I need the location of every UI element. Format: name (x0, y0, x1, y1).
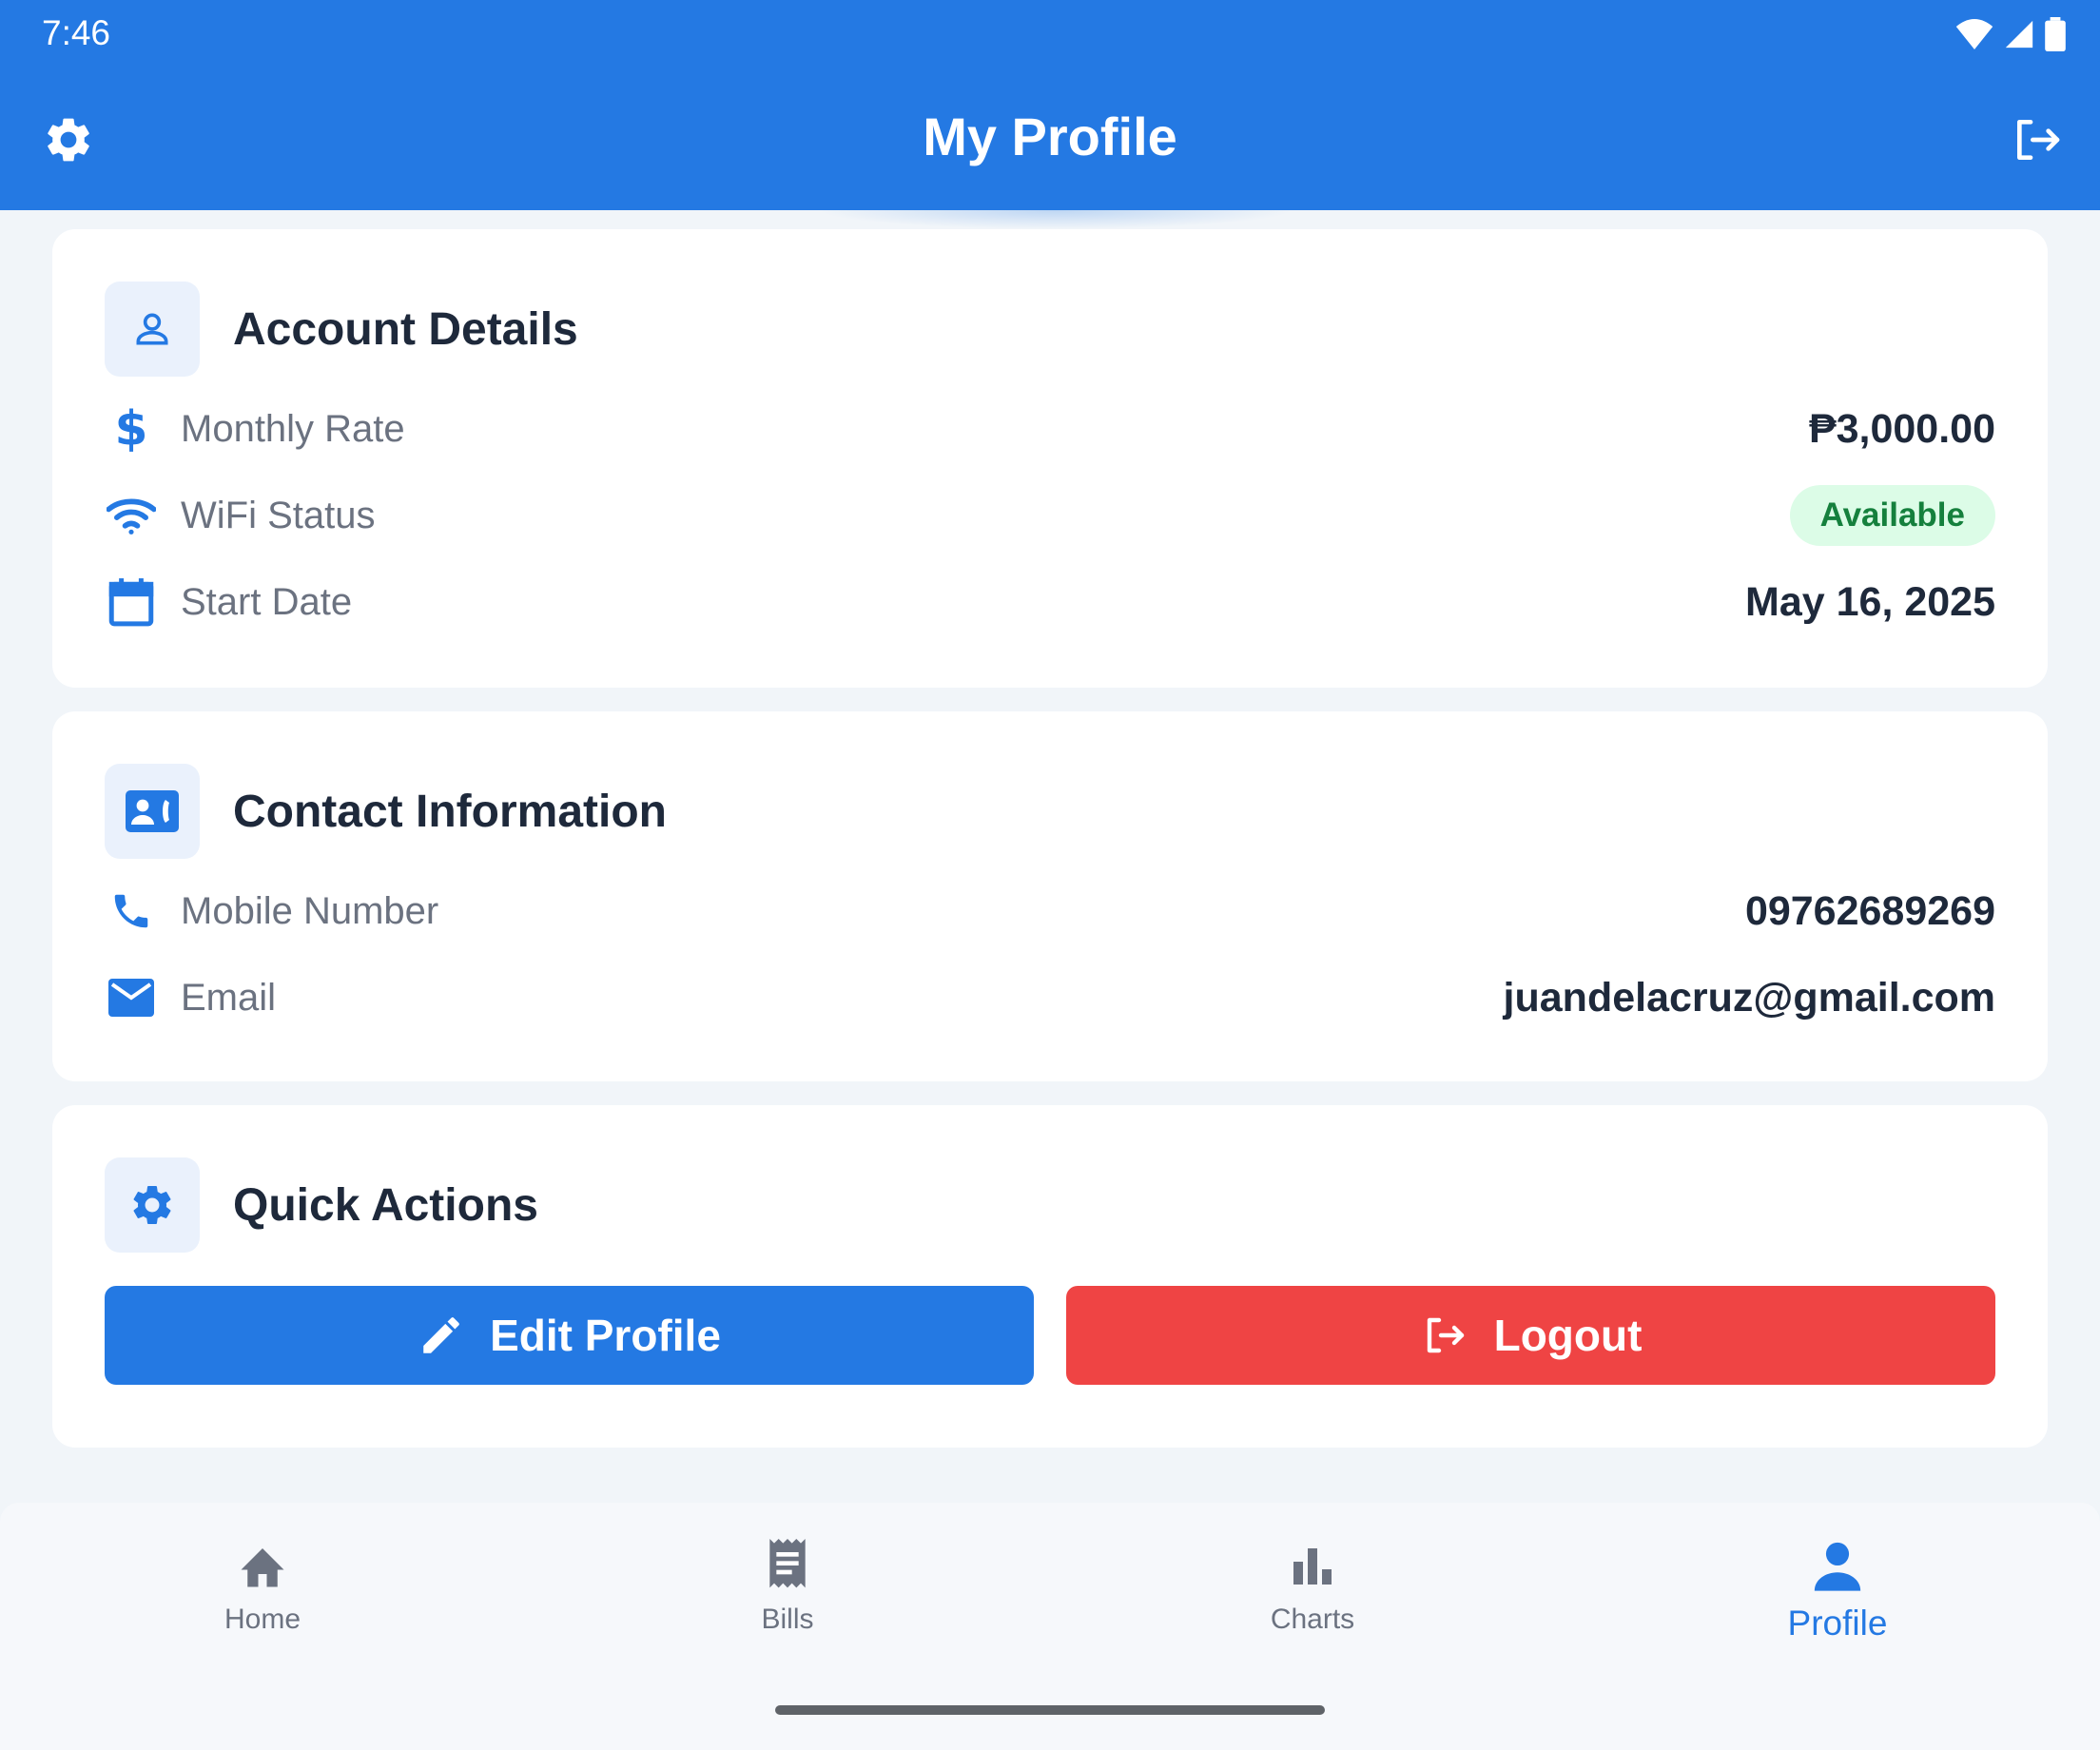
nav-home-label: Home (224, 1604, 301, 1635)
edit-profile-button[interactable]: Edit Profile (105, 1286, 1034, 1385)
dollar-icon: $ (105, 402, 158, 456)
start-date-label: Start Date (181, 580, 353, 623)
contact-information-card: Contact Information Mobile Number 097626… (52, 711, 2048, 1081)
email-value: juandelacruz@gmail.com (1503, 974, 1995, 1021)
svg-text:$: $ (115, 405, 148, 453)
mail-icon (105, 971, 158, 1024)
home-indicator[interactable] (775, 1705, 1325, 1715)
logout-button[interactable]: Logout (1066, 1286, 1995, 1385)
status-icons (1955, 17, 2066, 51)
logout-label: Logout (1493, 1311, 1643, 1360)
quick-actions-card: Quick Actions (52, 1105, 2048, 1448)
bar-chart-icon (1170, 1537, 1455, 1594)
mobile-number-row: Mobile Number 09762689269 (105, 881, 1995, 942)
start-date-row: Start Date May 16, 2025 (105, 572, 1995, 632)
page-title: My Profile (923, 107, 1177, 166)
contact-information-header: Contact Information (105, 764, 667, 859)
email-row: Email juandelacruz@gmail.com (105, 967, 1995, 1028)
calendar-icon (105, 575, 158, 629)
cell-signal-icon (2005, 20, 2033, 49)
person-icon (1695, 1537, 1980, 1594)
quick-actions-header: Quick Actions (105, 1157, 538, 1253)
monthly-rate-row: $ Monthly Rate ₱3,000.00 (105, 399, 1995, 459)
logout-arrow-icon (1427, 1317, 1464, 1353)
nav-item-profile[interactable]: Profile (1695, 1537, 1980, 1643)
account-details-header: Account Details (105, 282, 578, 377)
edit-profile-label: Edit Profile (490, 1311, 721, 1360)
wifi-signal-icon (1955, 19, 1993, 49)
status-bar: 7:46 (0, 0, 2100, 69)
email-label: Email (181, 976, 277, 1019)
nav-charts-label: Charts (1270, 1604, 1355, 1635)
contact-card-icon (126, 790, 179, 832)
nav-bills-label: Bills (761, 1604, 814, 1635)
mobile-number-label: Mobile Number (181, 889, 439, 932)
nav-profile-label: Profile (1787, 1604, 1888, 1643)
status-time: 7:46 (42, 13, 111, 52)
contact-icon-box (105, 764, 200, 859)
person-outline-icon (136, 313, 168, 345)
monthly-rate-value: ₱3,000.00 (1808, 405, 1995, 452)
wifi-status-badge: Available (1789, 485, 1995, 546)
phone-icon (105, 885, 158, 938)
start-date-value: May 16, 2025 (1745, 578, 1995, 625)
app-bar: My Profile (0, 69, 2100, 210)
wifi-icon (105, 489, 158, 542)
home-icon (120, 1537, 405, 1594)
logout-icon[interactable] (2009, 113, 2066, 166)
wifi-status-label: WiFi Status (181, 494, 376, 536)
pencil-icon (423, 1317, 459, 1353)
battery-icon (2045, 17, 2066, 51)
receipt-icon (645, 1537, 930, 1594)
nav-item-bills[interactable]: Bills (645, 1537, 930, 1636)
contact-information-title: Contact Information (233, 786, 667, 837)
quick-actions-title: Quick Actions (233, 1179, 538, 1231)
account-details-title: Account Details (233, 303, 578, 355)
mobile-number-value: 09762689269 (1744, 887, 1995, 934)
monthly-rate-label: Monthly Rate (181, 407, 405, 450)
nav-item-home[interactable]: Home (120, 1537, 405, 1636)
nav-item-charts[interactable]: Charts (1170, 1537, 1455, 1636)
gear-icon (133, 1186, 171, 1224)
account-icon-box (105, 282, 200, 377)
app-bar-shadow (818, 210, 1293, 229)
quick-actions-icon-box (105, 1157, 200, 1253)
account-details-card: Account Details $ Monthly Rate ₱3,000.00… (52, 229, 2048, 688)
wifi-status-row: WiFi Status Available (105, 485, 1995, 546)
